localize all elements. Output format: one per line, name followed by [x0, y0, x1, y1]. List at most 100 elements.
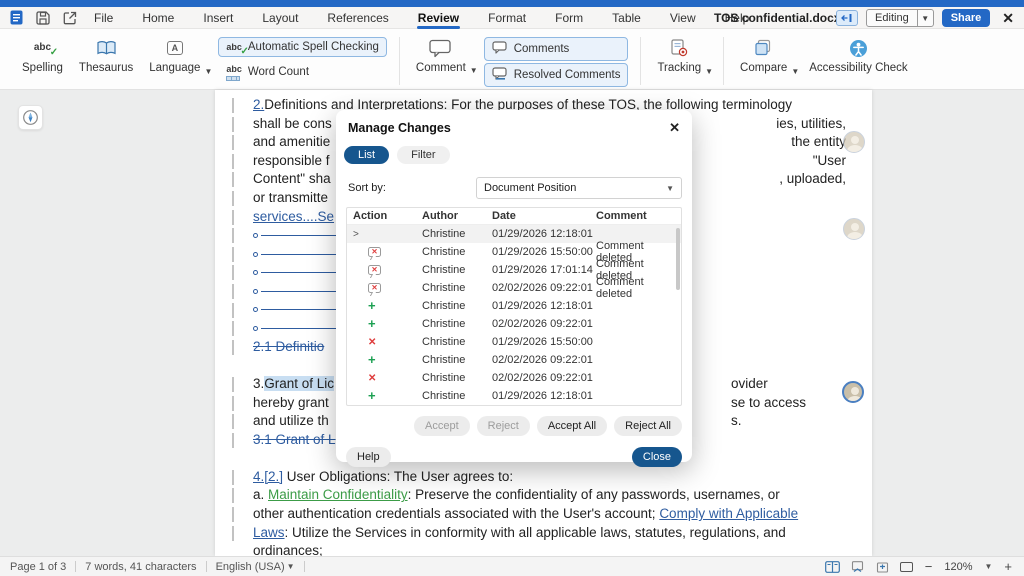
ribbon-separator	[723, 37, 724, 85]
table-row[interactable]: Christine02/02/2026 09:22:01	[347, 369, 681, 387]
table-row[interactable]: Christine01/29/2026 15:50:00	[347, 333, 681, 351]
menu-file[interactable]: File	[93, 9, 114, 27]
language-button[interactable]: A Language	[141, 35, 208, 76]
export-icon[interactable]	[63, 11, 77, 25]
word-count-button[interactable]: abc Word Count	[218, 59, 387, 85]
compass-icon	[23, 110, 38, 125]
sort-by-dropdown[interactable]: Document Position ▼	[476, 177, 682, 199]
ribbon-separator	[399, 37, 400, 85]
doc-line: a. Maintain Confidentiality: Preserve th…	[253, 486, 846, 505]
page-view-icon[interactable]	[825, 561, 840, 573]
help-button[interactable]: Help	[346, 447, 391, 467]
spelling-button[interactable]: abc✓ Spelling	[14, 35, 71, 76]
menu-form[interactable]: Form	[554, 9, 584, 27]
status-bar: Page 1 of 3 7 words, 41 characters Engli…	[0, 556, 1024, 576]
compare-dropdown-icon[interactable]: ▼	[791, 67, 799, 76]
table-row[interactable]: Christine01/29/2026 12:18:01	[347, 387, 681, 405]
editing-mode-selector[interactable]: Editing ▼	[866, 9, 934, 27]
tracking-dropdown-icon[interactable]: ▼	[705, 67, 713, 76]
doc-line: 4.[2.] User Obligations: The User agrees…	[253, 468, 846, 487]
dialog-close-icon[interactable]: ✕	[669, 120, 680, 136]
action-icon	[368, 373, 376, 384]
navigation-compass-button[interactable]	[18, 105, 43, 130]
accessibility-icon	[849, 37, 868, 59]
menu-table[interactable]: Table	[611, 9, 642, 27]
compare-button[interactable]: Compare	[732, 35, 795, 76]
panel-toggle-icon[interactable]	[836, 10, 858, 26]
document-workspace: 2.Definitions and Interpretations: For t…	[0, 90, 1024, 556]
chevron-down-icon: ▼	[287, 562, 295, 571]
table-row[interactable]: Christine02/02/2026 09:22:01	[347, 315, 681, 333]
reject-button[interactable]: Reject	[477, 416, 530, 436]
auto-spell-check-toggle[interactable]: abc✓ Automatic Spell Checking	[218, 37, 387, 57]
compare-icon	[754, 37, 774, 59]
tracking-icon	[670, 37, 688, 59]
comments-toggle[interactable]: Comments	[484, 37, 629, 61]
accept-button[interactable]: Accept	[414, 416, 470, 436]
zoom-in-button[interactable]: +	[1002, 559, 1014, 574]
ribbon-separator	[640, 37, 641, 85]
action-icon	[368, 283, 381, 293]
action-icon	[368, 355, 376, 366]
language-selector[interactable]: English (USA)	[216, 561, 285, 573]
menu-references[interactable]: References	[326, 9, 389, 27]
menu-view[interactable]: View	[669, 9, 697, 27]
table-row[interactable]: Christine02/02/2026 09:22:01	[347, 351, 681, 369]
doc-line: ordinances;	[253, 542, 846, 556]
reject-all-button[interactable]: Reject All	[614, 416, 682, 436]
table-header: Action Author Date Comment	[347, 208, 681, 225]
table-row[interactable]: Christine02/02/2026 09:22:01Comment dele…	[347, 279, 681, 297]
changes-table: Action Author Date Comment Christine01/2…	[346, 207, 682, 406]
fullscreen-icon[interactable]	[900, 562, 913, 572]
document-title: TOS confidential.docx	[714, 7, 840, 29]
tab-filter[interactable]: Filter	[397, 146, 449, 164]
word-count-indicator[interactable]: 7 words, 41 characters	[85, 561, 196, 573]
menu-layout[interactable]: Layout	[261, 9, 299, 27]
manage-changes-dialog: Manage Changes ✕ List Filter Sort by: Do…	[336, 110, 692, 462]
resolved-comments-toggle[interactable]: Resolved Comments	[484, 63, 629, 87]
menu-format[interactable]: Format	[487, 9, 527, 27]
doc-line: other authentication credentials associa…	[253, 505, 846, 524]
comment-avatar[interactable]	[843, 218, 865, 240]
accept-all-button[interactable]: Accept All	[537, 416, 607, 436]
editing-mode-label: Editing	[867, 10, 917, 26]
accessibility-check-button[interactable]: Accessibility Check	[801, 35, 915, 76]
comment-button[interactable]: Comment	[408, 35, 474, 76]
spelling-icon: abc✓	[34, 37, 51, 59]
book-icon	[96, 37, 117, 59]
close-button[interactable]: Close	[632, 447, 682, 467]
fit-page-icon[interactable]	[875, 561, 890, 573]
app-window: File Home Insert Layout References Revie…	[0, 0, 1024, 576]
close-window-icon[interactable]: ✕	[998, 10, 1018, 27]
action-icon	[368, 247, 381, 257]
zoom-out-button[interactable]: −	[923, 559, 935, 574]
tracking-button[interactable]: Tracking	[649, 35, 709, 76]
thesaurus-button[interactable]: Thesaurus	[71, 35, 141, 76]
comment-dropdown-icon[interactable]: ▼	[470, 66, 478, 75]
dialog-title: Manage Changes	[348, 121, 451, 135]
chevron-down-icon[interactable]: ▼	[917, 10, 933, 26]
tab-list[interactable]: List	[344, 146, 389, 164]
comment-avatar[interactable]	[843, 131, 865, 153]
comment-bubble-icon	[429, 37, 452, 59]
word-count-icon: abc	[226, 63, 242, 81]
fit-width-icon[interactable]	[850, 561, 865, 573]
main-menus: File Home Insert Layout References Revie…	[93, 9, 750, 27]
comments-icon	[492, 41, 508, 57]
page-indicator[interactable]: Page 1 of 3	[10, 561, 66, 573]
language-dropdown-icon[interactable]: ▼	[204, 67, 212, 76]
save-icon[interactable]	[36, 11, 50, 25]
share-button[interactable]: Share	[942, 9, 991, 27]
table-scrollbar[interactable]	[676, 228, 680, 290]
action-icon	[368, 319, 376, 330]
chevron-down-icon: ▼	[666, 184, 674, 193]
menu-review[interactable]: Review	[417, 9, 460, 27]
new-document-icon[interactable]	[10, 10, 23, 25]
action-icon[interactable]	[353, 229, 359, 240]
menu-insert[interactable]: Insert	[202, 9, 234, 27]
comment-avatar[interactable]	[842, 381, 864, 403]
zoom-level[interactable]: 120%	[944, 561, 972, 573]
menu-home[interactable]: Home	[141, 9, 175, 27]
doc-line: Laws: Utilize the Services in conformity…	[253, 524, 846, 543]
action-icon	[368, 337, 376, 348]
